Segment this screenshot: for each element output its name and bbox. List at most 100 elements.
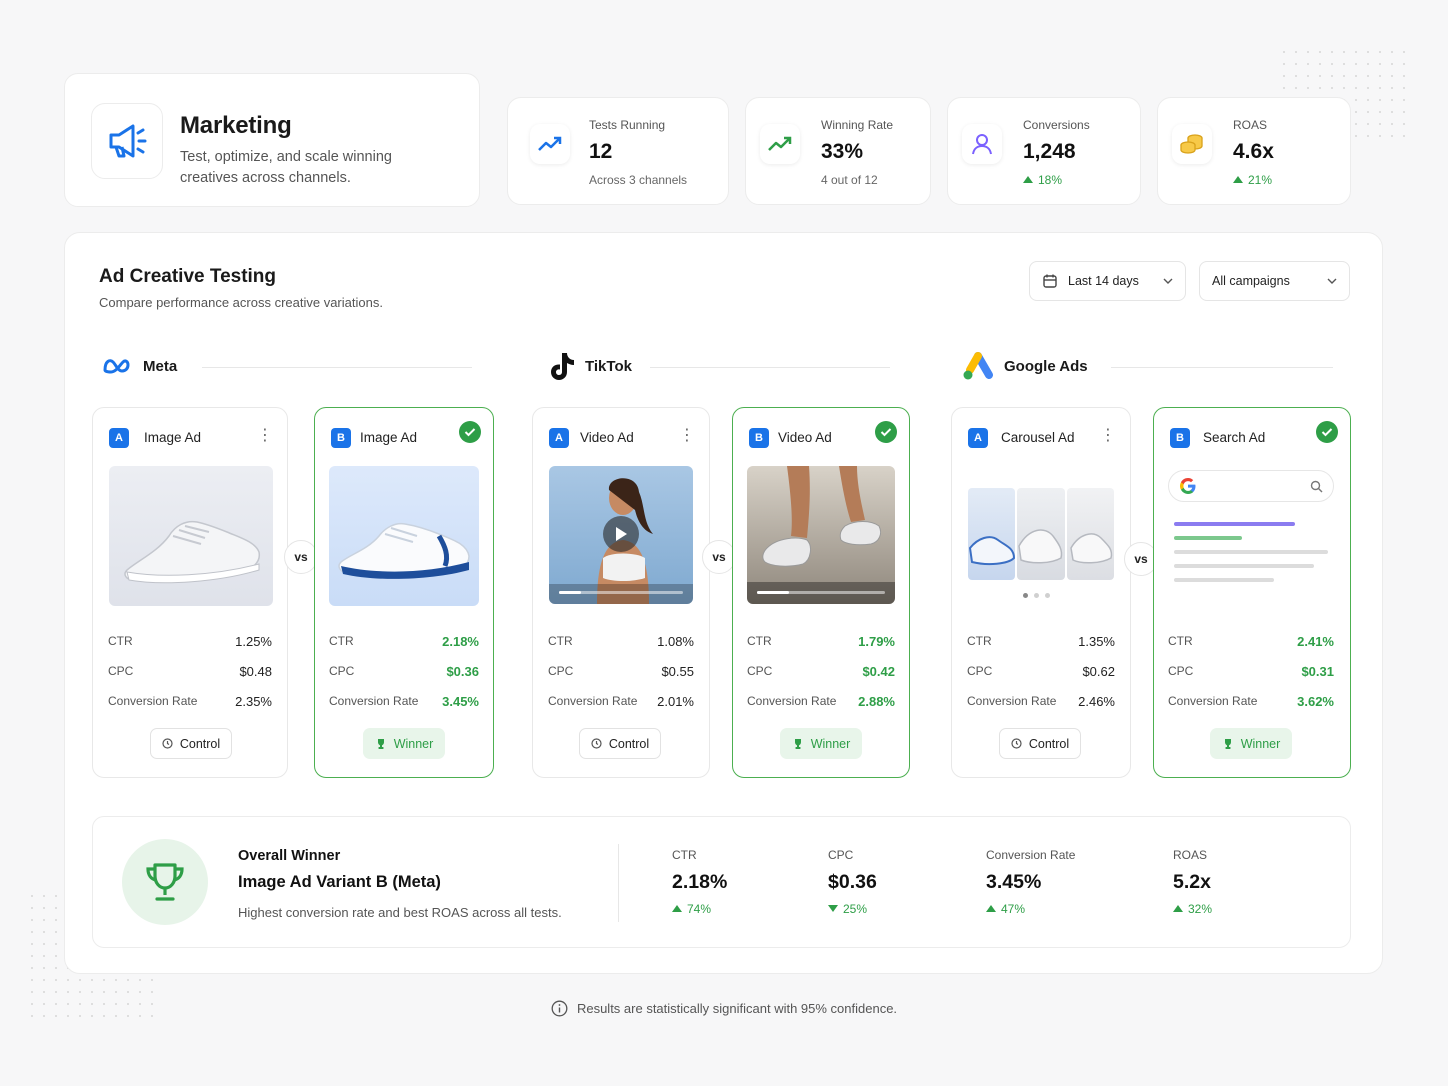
metric-cpc: $0.36 xyxy=(446,663,479,679)
metric-change-value: 25% xyxy=(843,902,868,916)
campaign-select[interactable]: All campaigns xyxy=(1199,261,1350,301)
variant-card-google-b[interactable]: B Search Ad CTR 2.41% CPC $0.31 Conversion… xyxy=(1153,407,1351,778)
page-subtitle: Test, optimize, and scale winning creati… xyxy=(180,149,392,186)
metric-label: Conversion Rate xyxy=(986,848,1076,862)
stat-change: 18% xyxy=(1023,173,1062,187)
vs-badge: vs xyxy=(702,540,736,574)
stat-sub: Across 3 channels xyxy=(589,173,688,187)
variant-title: Search Ad xyxy=(1203,430,1266,445)
stat-value: 1,248 xyxy=(1023,140,1076,163)
variant-metrics: CTR 1.25% CPC $0.48 Conversion Rate 2.35% xyxy=(108,626,272,716)
variant-card-tiktok-b[interactable]: B Video Ad CTR 1.79% CPC $0.42 Conversion … xyxy=(732,407,910,778)
vs-badge: vs xyxy=(284,540,318,574)
winner-badge: Winner xyxy=(1210,728,1292,759)
metric-ctr: 1.79% xyxy=(858,633,895,649)
channel-header-google-ads: Google Ads xyxy=(962,351,1088,381)
winner-badge: Winner xyxy=(780,728,862,759)
variant-card-google-a[interactable]: A Carousel Ad ⋮ CTR 1.35% CPC $0.62 Conver… xyxy=(951,407,1131,778)
ad-creative-testing-panel: Ad Creative Testing Compare performance … xyxy=(64,232,1383,974)
trophy-icon xyxy=(794,738,801,749)
more-options-icon[interactable]: ⋮ xyxy=(679,428,695,444)
variant-card-tiktok-a[interactable]: A Video Ad ⋮ CTR 1.08% CPC $0.55 Conversio… xyxy=(532,407,710,778)
clock-icon xyxy=(1011,738,1022,749)
more-options-icon[interactable]: ⋮ xyxy=(1100,428,1116,444)
metric-value: 3.45% xyxy=(986,871,1042,893)
variant-card-meta-b[interactable]: B Image Ad CTR 2.18% CPC $0.36 Conversion … xyxy=(314,407,494,778)
user-icon xyxy=(962,124,1002,164)
variant-metrics: CTR 1.08% CPC $0.55 Conversion Rate 2.01% xyxy=(548,626,694,716)
carousel-dots[interactable] xyxy=(1023,593,1050,598)
footnote: Results are statistically significant wi… xyxy=(0,1000,1448,1017)
video-progress-bar[interactable] xyxy=(559,591,683,594)
metric-conv: 2.88% xyxy=(858,693,895,709)
metric-value: 5.2x xyxy=(1173,871,1211,893)
control-badge: Control xyxy=(579,728,661,759)
date-range-value: Last 14 days xyxy=(1068,274,1139,288)
carousel-slide xyxy=(1017,488,1065,580)
metric-label: CPC xyxy=(329,664,355,678)
video-progress-bar[interactable] xyxy=(757,591,885,594)
metric-label: CTR xyxy=(672,848,697,862)
variant-badge: B xyxy=(1170,428,1190,448)
more-options-icon[interactable]: ⋮ xyxy=(257,428,273,444)
metric-label: CPC xyxy=(1168,664,1194,678)
overall-metric-conversion-rate: Conversion Rate 3.45% 47% xyxy=(986,848,1075,916)
metric-label: Conversion Rate xyxy=(108,694,198,708)
winner-label: Winner xyxy=(810,736,851,751)
arrow-down-icon xyxy=(828,905,838,912)
control-label: Control xyxy=(1028,736,1070,751)
metric-change: 74% xyxy=(672,902,727,916)
metric-value: 2.18% xyxy=(672,871,728,893)
variant-title: Video Ad xyxy=(580,430,634,445)
variant-card-meta-a[interactable]: A Image Ad ⋮ CTR 1.25% CPC $0.48 Conversio… xyxy=(92,407,288,778)
metric-label: Conversion Rate xyxy=(548,694,638,708)
channel-header-meta: Meta xyxy=(101,351,177,381)
search-icon xyxy=(1310,480,1323,492)
page-title: Marketing xyxy=(180,112,292,139)
clock-icon xyxy=(162,738,173,749)
stat-card-tests-running: Tests Running 12 Across 3 channels xyxy=(507,97,729,205)
date-range-select[interactable]: Last 14 days xyxy=(1029,261,1186,301)
stat-change-value: 21% xyxy=(1248,173,1273,187)
stat-value: 33% xyxy=(821,140,864,163)
play-button[interactable] xyxy=(603,516,639,552)
divider xyxy=(618,844,619,922)
overall-metric-ctr: CTR 2.18% 74% xyxy=(672,848,727,916)
metric-cpc: $0.31 xyxy=(1301,663,1334,679)
metric-change-value: 32% xyxy=(1188,902,1213,916)
trophy-icon xyxy=(1224,738,1231,749)
metric-label: CPC xyxy=(828,848,854,862)
variant-metrics: CTR 1.35% CPC $0.62 Conversion Rate 2.46% xyxy=(967,626,1115,716)
metric-change: 25% xyxy=(828,902,877,916)
panel-subtitle: Compare performance across creative vari… xyxy=(99,295,383,310)
footnote-text: Results are statistically significant wi… xyxy=(576,1001,898,1016)
metric-value: $0.36 xyxy=(828,871,877,893)
stat-label: Conversions xyxy=(1023,118,1090,132)
channel-name: TikTok xyxy=(585,357,632,375)
ad-image-sneaker xyxy=(329,466,479,606)
metric-label: CPC xyxy=(548,664,574,678)
channel-name: Meta xyxy=(143,357,178,375)
metric-label: Conversion Rate xyxy=(747,694,837,708)
metric-ctr: 2.41% xyxy=(1297,633,1334,649)
variant-metrics: CTR 2.18% CPC $0.36 Conversion Rate 3.45% xyxy=(329,626,479,716)
variant-badge: B xyxy=(749,428,769,448)
coins-icon xyxy=(1172,124,1212,164)
control-label: Control xyxy=(608,736,650,751)
overall-winner-card: Overall Winner Image Ad Variant B (Meta)… xyxy=(92,816,1351,948)
metric-change: 32% xyxy=(1173,902,1212,916)
search-ad-preview xyxy=(1168,470,1334,502)
channel-name: Google Ads xyxy=(1004,357,1088,375)
info-icon xyxy=(551,1000,568,1017)
panel-title: Ad Creative Testing xyxy=(99,266,277,287)
check-icon xyxy=(875,421,897,443)
metric-label: CTR xyxy=(967,634,992,648)
overall-winner-name: Image Ad Variant B (Meta) xyxy=(238,873,441,891)
metric-label: Conversion Rate xyxy=(967,694,1057,708)
stat-card-conversions: Conversions 1,248 18% xyxy=(947,97,1141,205)
carousel-images xyxy=(968,488,1114,580)
arrow-up-icon xyxy=(986,905,996,912)
overall-winner-label: Overall Winner xyxy=(238,848,341,864)
arrow-up-icon xyxy=(1023,176,1033,183)
ad-video-runner xyxy=(549,466,693,604)
